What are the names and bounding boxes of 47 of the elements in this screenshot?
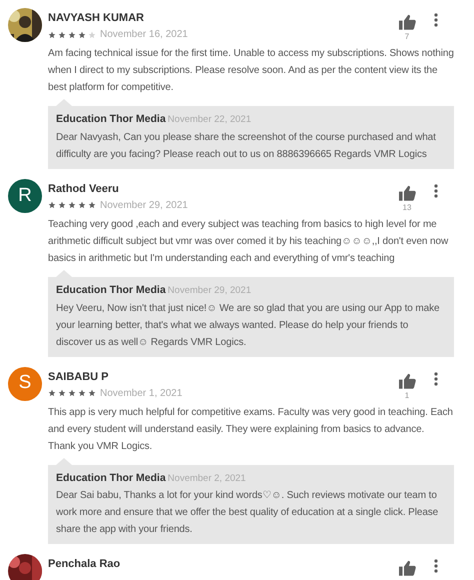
thumbs-up-icon[interactable] xyxy=(398,372,416,388)
star-icon xyxy=(48,389,56,397)
star-icon xyxy=(68,201,76,210)
star-icon xyxy=(78,201,86,210)
reply-text: Dear Navyash, Can you please share the screenshot of the course purchased and what difficulty are you facing? Please reach out to us on 8886396665 Regards VMR Logics xyxy=(56,130,437,162)
star-icon xyxy=(78,389,86,397)
like-count: 13 xyxy=(402,202,412,213)
like-count: 1 xyxy=(404,390,410,400)
reply-author: Education Thor Media xyxy=(56,112,166,127)
reviewer-name: SAIBABU P xyxy=(48,370,110,384)
thumbs-up-icon[interactable] xyxy=(398,14,416,30)
reply-text: Dear Sai babu, Thanks a lot for your kind words♡☺. Such reviews motivate our team to work more and ensure that we offer the best quality of education at a single click. Please share the app with your friends. xyxy=(56,489,440,538)
reply-date: November 22, 2021 xyxy=(168,113,252,127)
more-options-icon[interactable] xyxy=(434,372,438,386)
avatar: R xyxy=(8,178,42,213)
star-icon xyxy=(48,30,56,38)
like-count: 7 xyxy=(404,32,410,42)
star-icon xyxy=(68,389,76,397)
review-text: This app is very much helpful for competitive exams. Faculty was very good in teaching. Each and every student will understand easily. They were explaining from basics to advance. Thank you VMR Logics. xyxy=(48,406,454,454)
more-options-icon[interactable] xyxy=(434,13,438,27)
star-icon xyxy=(88,389,96,397)
more-options-icon[interactable] xyxy=(434,559,438,574)
star-icon xyxy=(78,30,86,38)
review-text: Am facing technical issue for the first time. Unable to access my subscriptions. Shows nothing when I direct to my subscriptions. Please resolve soon. And as per the content view its the best platform for competitive. xyxy=(48,47,454,95)
reply-date: November 29, 2021 xyxy=(168,284,252,298)
review-text: Teaching very good ,each and every subject was teaching from basics to high level for me arithmetic difficult subject but vmr was over comed it by his teaching☺☺☺,,I don't even now basics in arithmetic but I'm understanding each and everything of vmr's teaching xyxy=(48,218,450,266)
reply-date: November 2, 2021 xyxy=(168,472,246,486)
reviewer-name: Penchala Rao xyxy=(48,557,122,572)
reply-author: Education Thor Media xyxy=(56,470,166,486)
star-icon xyxy=(88,201,96,210)
reply-author: Education Thor Media xyxy=(56,282,166,298)
star-icon xyxy=(58,30,66,38)
star-icon xyxy=(88,30,96,38)
review-date: November 1, 2021 xyxy=(100,386,182,400)
reviewer-name: NAVYASH KUMAR xyxy=(48,11,145,26)
star-icon xyxy=(58,389,66,397)
avatar: S xyxy=(8,366,42,400)
more-options-icon[interactable] xyxy=(434,184,438,198)
star-icon xyxy=(58,201,66,210)
reviewer-name: Rathod Veeru xyxy=(48,182,120,197)
thumbs-up-icon[interactable] xyxy=(398,184,416,201)
review-date: November 29, 2021 xyxy=(100,198,188,213)
reply-text: Hey Veeru, Now isn't that just nice!☺ We are so glad that you are using our App to make your learning better, that's what we always wanted. Please do help your friends to discover us as well☺ Regards VMR Logics. xyxy=(56,302,440,350)
star-icon xyxy=(68,30,76,38)
star-icon xyxy=(48,201,56,210)
thumbs-up-icon[interactable] xyxy=(398,560,416,576)
review-date: November 16, 2021 xyxy=(100,28,188,42)
